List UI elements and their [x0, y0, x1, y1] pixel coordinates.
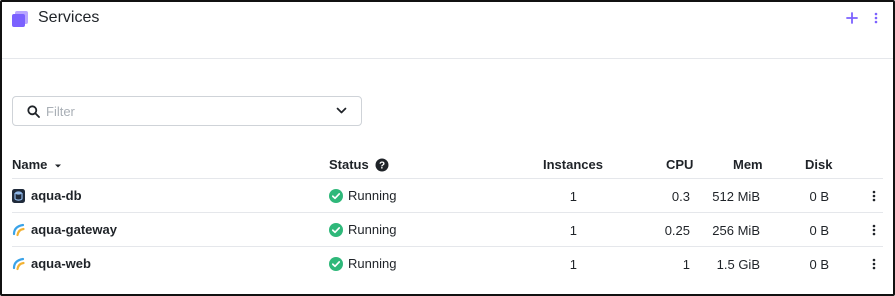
svg-text:?: ? [379, 160, 385, 171]
mem-cell: 1.5 GiB [716, 257, 760, 272]
column-header-cpu: CPU [666, 157, 694, 172]
table-row[interactable]: aqua-gateway Running 1 0.25 256 MiB 0 B [12, 213, 883, 247]
row-more-button[interactable] [869, 223, 879, 237]
service-name-cell[interactable]: aqua-gateway [12, 222, 117, 237]
cpu-cell: 1 [682, 257, 690, 272]
cpu-cell: 0.25 [664, 223, 690, 238]
check-circle-icon [329, 222, 343, 237]
status-cell: Running [329, 256, 396, 271]
header-divider [2, 58, 893, 59]
check-circle-icon [329, 256, 343, 271]
status-cell: Running [329, 222, 396, 237]
row-more-button[interactable] [869, 257, 879, 271]
filter-select[interactable] [12, 96, 362, 126]
web-service-icon [12, 223, 25, 236]
row-more-button[interactable] [869, 189, 879, 203]
header-more-button[interactable] [869, 9, 883, 27]
sort-caret-down-icon [55, 164, 62, 168]
service-name[interactable]: aqua-db [31, 188, 82, 203]
column-header-mem: Mem [733, 157, 763, 172]
service-name-cell[interactable]: aqua-web [12, 256, 91, 271]
mem-cell: 256 MiB [712, 223, 760, 238]
column-header-name[interactable]: Name [12, 157, 62, 172]
instances-cell: 1 [569, 223, 577, 238]
table-row[interactable]: aqua-web Running 1 1 1.5 GiB 0 B [12, 247, 883, 281]
kebab-icon [872, 190, 876, 202]
search-icon [27, 105, 40, 118]
kebab-icon [872, 258, 876, 270]
column-header-status: Status ? [329, 157, 389, 172]
service-name[interactable]: aqua-web [31, 256, 91, 271]
instances-cell: 1 [569, 189, 577, 204]
mem-cell: 512 MiB [712, 189, 760, 204]
check-circle-icon [329, 188, 343, 203]
service-name-cell[interactable]: aqua-db [12, 188, 82, 203]
column-header-instances: Instances [543, 157, 603, 172]
kebab-icon [872, 224, 876, 236]
status-text: Running [348, 222, 397, 237]
status-text: Running [348, 256, 397, 271]
web-service-icon [12, 257, 25, 270]
page-title: Services [38, 9, 100, 26]
disk-cell: 0 B [809, 189, 829, 204]
disk-cell: 0 B [809, 257, 829, 272]
table-row[interactable]: aqua-db Running 1 0.3 512 MiB 0 B [12, 179, 883, 213]
column-header-disk: Disk [805, 157, 833, 172]
add-service-button[interactable] [843, 9, 861, 27]
kebab-icon [874, 12, 878, 24]
instances-cell: 1 [569, 257, 577, 272]
status-text: Running [348, 188, 397, 203]
cpu-cell: 0.3 [671, 189, 690, 204]
page-header: Services [12, 8, 883, 30]
filter-input[interactable] [46, 102, 326, 121]
plus-icon [846, 12, 858, 24]
service-name[interactable]: aqua-gateway [31, 222, 117, 237]
services-logo-icon [12, 11, 28, 27]
help-icon[interactable]: ? [375, 158, 389, 172]
status-cell: Running [329, 188, 396, 203]
disk-cell: 0 B [809, 223, 829, 238]
chevron-down-icon[interactable] [336, 107, 347, 115]
database-icon [12, 188, 25, 203]
